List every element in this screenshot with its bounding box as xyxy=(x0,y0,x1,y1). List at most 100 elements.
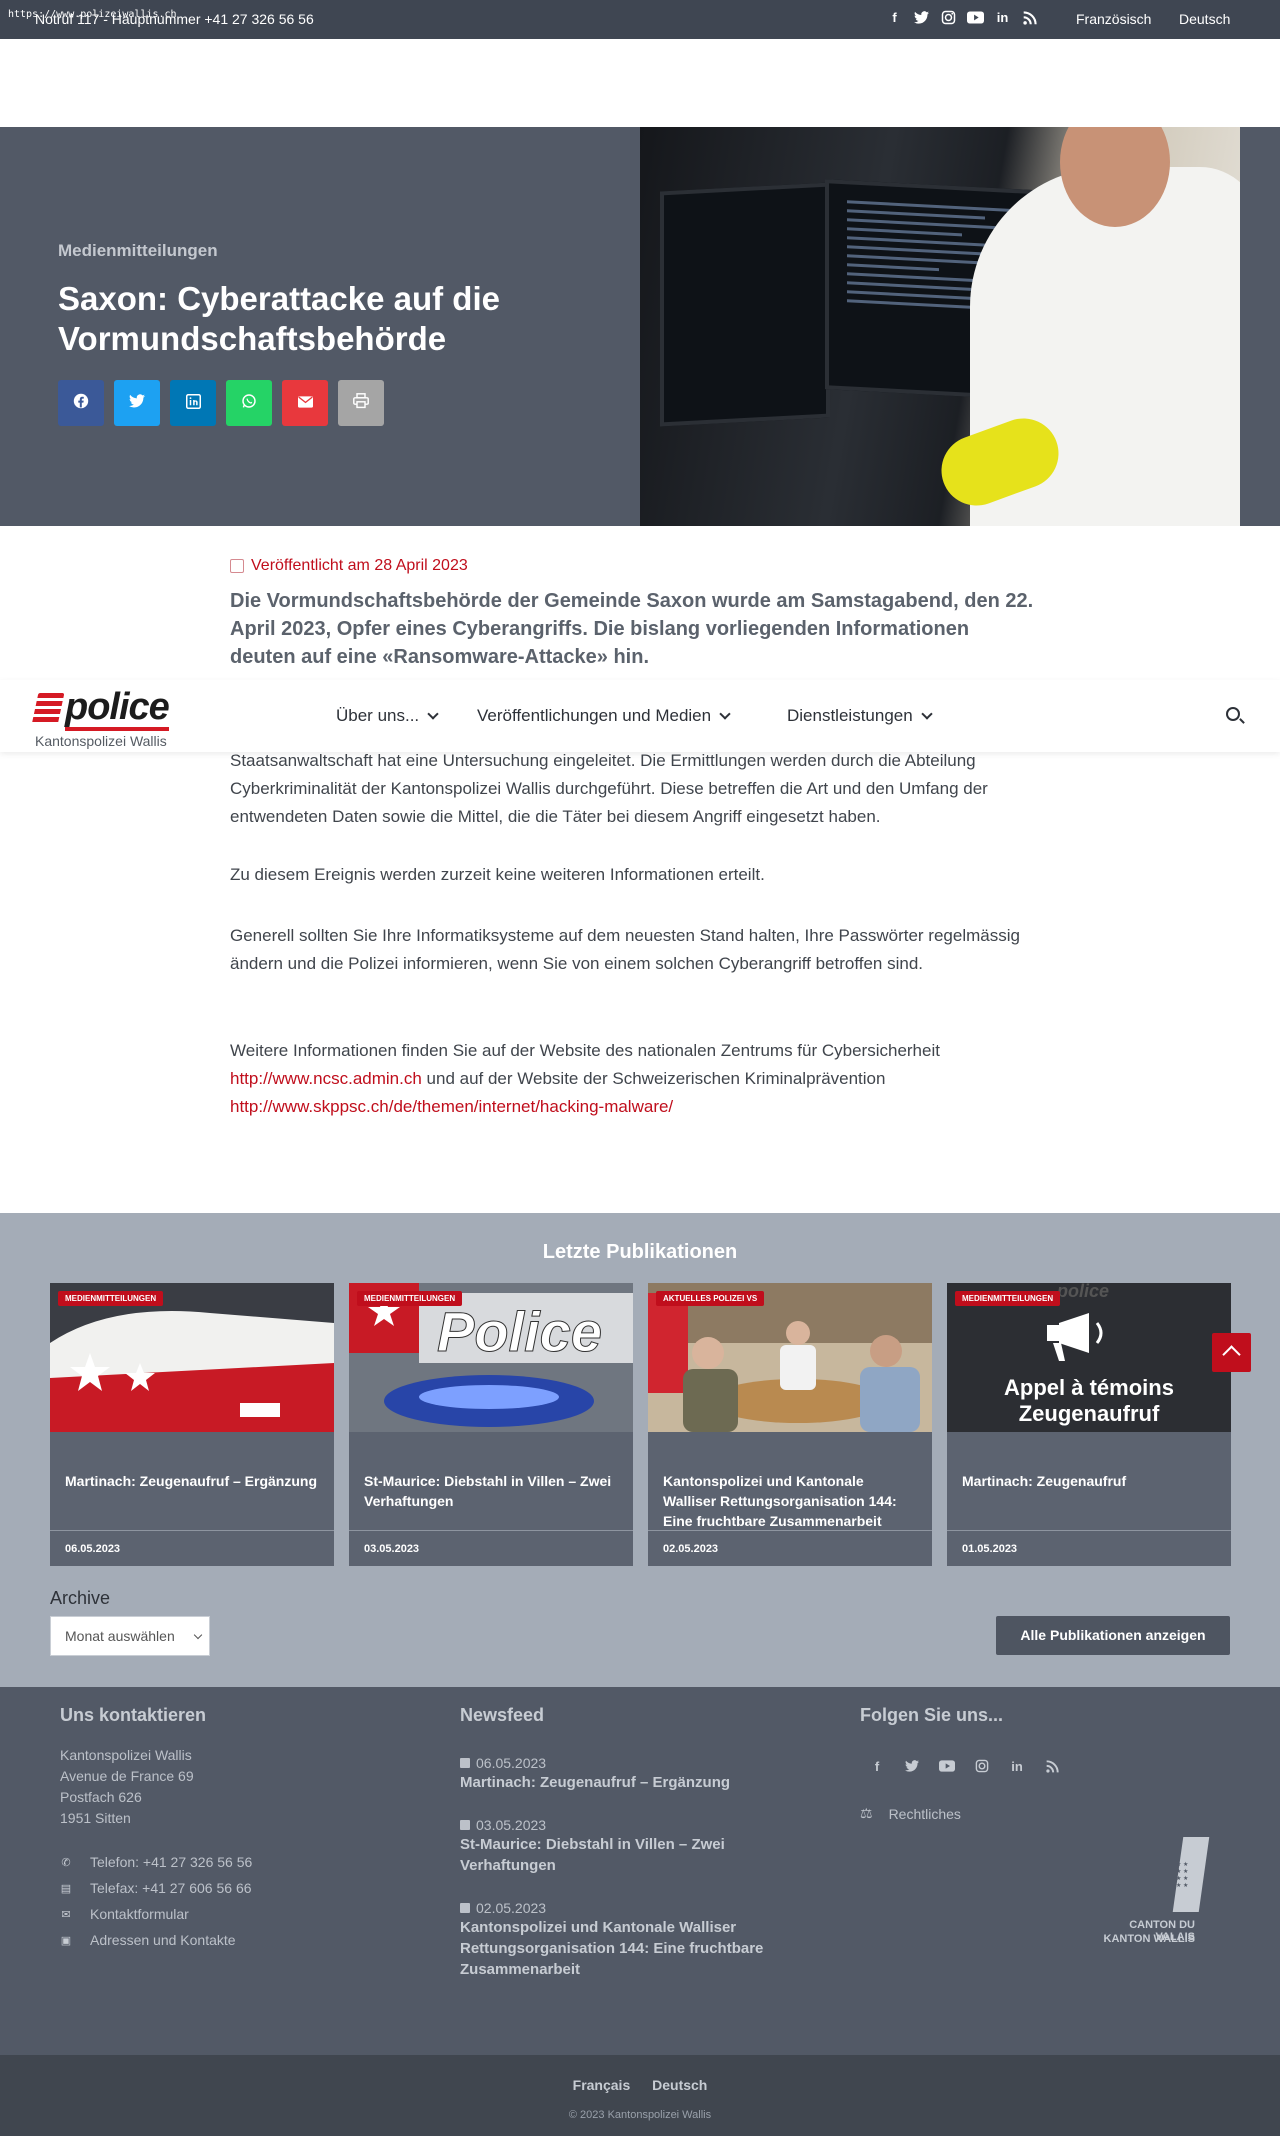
contact-form-link[interactable]: ✉ Kontaktformular xyxy=(60,1901,252,1927)
chevron-down-icon xyxy=(427,708,439,720)
youtube-icon[interactable] xyxy=(938,1757,956,1775)
nav-item-label: Veröffentlichungen und Medien xyxy=(477,706,712,725)
whatsapp-icon xyxy=(241,393,257,413)
search-icon[interactable] xyxy=(1226,707,1240,721)
chevron-down-icon xyxy=(921,708,933,720)
archive-label: Archive xyxy=(50,1588,111,1608)
legal-link[interactable]: ⚖ Rechtliches xyxy=(860,1805,961,1822)
article-lead: Die Vormundschaftsbehörde der Gemeinde S… xyxy=(230,590,1034,668)
card-title[interactable]: Kantonspolizei und Kantonale Walliser Re… xyxy=(663,1471,918,1531)
card-title[interactable]: Martinach: Zeugenaufruf – Ergänzung xyxy=(65,1471,320,1491)
news-title[interactable]: Martinach: Zeugenaufruf – Ergänzung xyxy=(460,1772,800,1793)
address-line: Avenue de France 69 xyxy=(60,1768,194,1784)
publish-date-text: Veröffentlicht am 28 April 2023 xyxy=(251,557,468,574)
copyright: © 2023 Kantonspolizei Wallis xyxy=(568,2109,712,2121)
news-title[interactable]: St-Maurice: Diebstahl in Villen – Zwei V… xyxy=(460,1834,800,1876)
contact-label: Kontaktformular xyxy=(90,1906,189,1922)
share-twitter-button[interactable] xyxy=(114,380,160,426)
addresses-link[interactable]: ▣ Adressen und Kontakte xyxy=(60,1927,252,1953)
phone-icon: ✆ xyxy=(61,1856,71,1869)
linkedin-icon[interactable]: in xyxy=(1008,1757,1026,1775)
nav-item-services[interactable]: Dienstleistungen xyxy=(787,706,933,726)
contact-phone[interactable]: ✆ Telefon: +41 27 326 56 56 xyxy=(60,1849,252,1875)
instagram-icon[interactable] xyxy=(973,1757,991,1775)
share-email-button[interactable] xyxy=(282,380,328,426)
address-book-icon: ▣ xyxy=(60,1934,72,1947)
logo-mark xyxy=(31,693,65,725)
address-line: Postfach 626 xyxy=(60,1789,142,1805)
twitter-icon[interactable] xyxy=(912,8,931,27)
nav-item-publications[interactable]: Veröffentlichungen und Medien xyxy=(477,706,731,726)
card-date: 06.05.2023 xyxy=(50,1530,334,1566)
publication-card[interactable]: MEDIENMITTEILUNGEN Martinach: Zeugenaufr… xyxy=(50,1283,334,1566)
article-paragraph: Generell sollten Sie Ihre Informatiksyst… xyxy=(230,926,1020,973)
archive-month-select[interactable]: Monat auswählen xyxy=(50,1616,210,1656)
card-badge: AKTUELLES POLIZEI VS xyxy=(656,1291,765,1306)
instagram-icon[interactable] xyxy=(939,8,958,27)
scroll-to-top-button[interactable] xyxy=(1212,1333,1251,1372)
print-icon xyxy=(353,393,369,413)
linkedin-icon[interactable]: in xyxy=(993,8,1012,27)
rss-icon[interactable] xyxy=(1020,8,1039,27)
photo-monitor-left xyxy=(660,182,830,427)
canton-stars: ★ ★ ★ ★ ★ ★ ★ ★ xyxy=(1176,1862,1189,1889)
card-title[interactable]: Martinach: Zeugenaufruf xyxy=(962,1471,1217,1491)
nav-item-about[interactable]: Über uns... xyxy=(336,706,439,726)
canton-logo[interactable]: ★ ★ ★ ★ ★ ★ ★ ★ CANTON DU VALAIS KANTON WAL… xyxy=(1100,1837,1210,1952)
calendar-icon xyxy=(230,559,244,573)
news-date: 03.05.2023 xyxy=(476,1817,547,1833)
envelope-icon xyxy=(297,395,313,412)
footer-lang-french[interactable]: Français xyxy=(573,2077,631,2093)
bottom-bar: Français Deutsch © 2023 Kantonspolizei W… xyxy=(0,2055,1280,2136)
facebook-icon[interactable]: f xyxy=(885,8,904,27)
print-button[interactable] xyxy=(338,380,384,426)
news-title[interactable]: Kantonspolizei und Kantonale Walliser Re… xyxy=(460,1917,800,1980)
hero-photo xyxy=(640,127,1240,526)
all-publications-button[interactable]: Alle Publikationen anzeigen xyxy=(996,1616,1230,1655)
contact-fax[interactable]: ▤ Telefax: +41 27 606 56 66 xyxy=(60,1875,252,1901)
skppsc-link[interactable]: http://www.skppsc.ch/de/themen/internet/… xyxy=(230,1097,673,1116)
news-item[interactable]: 03.05.2023 St-Maurice: Diebstahl in Vill… xyxy=(460,1817,800,1876)
card-image-word: Police xyxy=(437,1300,602,1363)
footer: Uns kontaktieren Kantonspolizei Wallis A… xyxy=(0,1687,1280,2055)
site-logo[interactable]: police Kantonspolizei Wallis xyxy=(31,687,170,749)
article-paragraph-links: Weitere Informationen finden Sie auf der… xyxy=(230,1037,1040,1121)
paragraph-text: Weitere Informationen finden Sie auf der… xyxy=(230,1041,940,1060)
card-date: 03.05.2023 xyxy=(349,1530,633,1566)
twitter-icon[interactable] xyxy=(903,1757,921,1775)
footer-follow-heading: Folgen Sie uns... xyxy=(860,1705,1004,1725)
contact-label: Adressen und Kontakte xyxy=(90,1932,236,1948)
share-facebook-button[interactable] xyxy=(58,380,104,426)
publish-date: Veröffentlicht am 28 April 2023 xyxy=(230,557,468,575)
logo-wordmark: police xyxy=(65,687,170,731)
share-whatsapp-button[interactable] xyxy=(226,380,272,426)
ncsc-link[interactable]: http://www.ncsc.admin.ch xyxy=(230,1069,422,1088)
chevron-down-icon xyxy=(193,1630,203,1640)
share-linkedin-button[interactable] xyxy=(170,380,216,426)
nav-item-label: Dienstleistungen xyxy=(787,706,913,725)
rss-icon[interactable] xyxy=(1043,1757,1061,1775)
card-image-text: Zeugenaufruf xyxy=(1019,1401,1160,1426)
publication-card[interactable]: Police MEDIENMITTEILUNGEN St-Maurice: Di… xyxy=(349,1283,633,1566)
footer-social-links: f in xyxy=(868,1757,1061,1775)
lang-switch-french[interactable]: Französisch xyxy=(1076,11,1151,27)
calendar-icon xyxy=(460,1903,470,1913)
lang-switch-german[interactable]: Deutsch xyxy=(1179,11,1230,27)
footer-contact-list: ✆ Telefon: +41 27 326 56 56 ▤ Telefax: +41… xyxy=(60,1849,253,1953)
facebook-icon[interactable]: f xyxy=(868,1757,886,1775)
address-line: Kantonspolizei Wallis xyxy=(60,1747,192,1763)
publication-card[interactable]: police Appel à témoins Zeugenaufruf MEDI… xyxy=(947,1283,1231,1566)
logo-subtitle: Kantonspolizei Wallis xyxy=(35,733,167,749)
card-image-text: Appel à témoins xyxy=(1004,1375,1174,1400)
publication-card[interactable]: AKTUELLES POLIZEI VS Kantonspolizei und … xyxy=(648,1283,932,1566)
article-category[interactable]: Medienmitteilungen xyxy=(58,241,218,261)
footer-address: Kantonspolizei Wallis Avenue de France 6… xyxy=(60,1745,194,1829)
linkedin-icon xyxy=(185,393,201,413)
news-item[interactable]: 02.05.2023 Kantonspolizei und Kantonale … xyxy=(460,1900,800,1980)
footer-news-heading: Newsfeed xyxy=(460,1705,545,1725)
youtube-icon[interactable] xyxy=(966,8,985,27)
card-title[interactable]: St-Maurice: Diebstahl in Villen – Zwei V… xyxy=(364,1471,619,1511)
news-item[interactable]: 06.05.2023 Martinach: Zeugenaufruf – Erg… xyxy=(460,1755,800,1793)
canton-name-de: KANTON WALLIS xyxy=(1103,1933,1195,1945)
footer-lang-german[interactable]: Deutsch xyxy=(652,2077,707,2093)
